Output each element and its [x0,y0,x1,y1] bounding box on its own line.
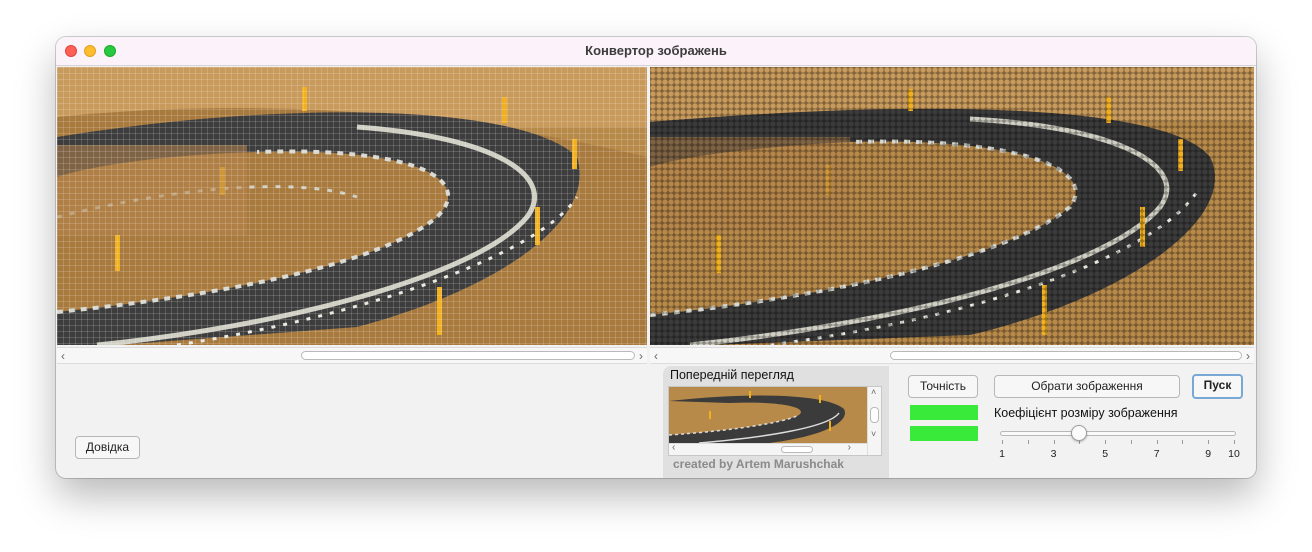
slider-tick-label: 1 [999,448,1005,460]
slider-tick [1156,440,1158,444]
scrollbar-thumb[interactable] [781,446,813,453]
slider-tick-label: 9 [1205,448,1212,460]
slider-tick [1027,440,1029,444]
converted-image-pane[interactable] [650,67,1254,345]
scroll-up-icon[interactable]: ˄ [871,387,876,397]
scrollbar-thumb[interactable] [890,351,1242,360]
slider-tick [1002,440,1003,444]
slider-tick-label: 10 [1228,448,1240,460]
scrollbar-thumb[interactable] [301,351,635,360]
slider-tick [1182,440,1184,444]
scroll-right-icon[interactable]: › [848,442,851,453]
slider-tick-label: 5 [1102,448,1109,460]
status-indicator-2 [910,426,978,441]
scroll-left-icon[interactable]: ‹ [654,349,658,363]
preview-label: Попередній перегляд [670,368,794,382]
slider-tick [1208,440,1210,444]
scrollbar-thumb[interactable] [870,407,879,423]
window-title: Конвертор зображень [585,43,727,58]
scroll-left-icon[interactable]: ‹ [672,442,675,453]
choose-image-button[interactable]: Обрати зображення [994,375,1180,398]
slider-tick [1234,440,1235,444]
credit-text: created by Artem Marushchak [673,457,844,471]
status-indicator-1 [910,405,978,420]
scroll-left-icon[interactable]: ‹ [61,349,65,363]
slider-tick [1053,440,1055,444]
road-image-square [57,67,647,345]
preview-image-box[interactable]: ˄ ˅ ‹ › [668,386,882,456]
scroll-right-icon[interactable]: › [1246,349,1250,363]
scroll-right-icon[interactable]: › [639,349,643,363]
slider-tick [1130,440,1132,444]
slider-tick-label: 3 [1050,448,1057,460]
title-bar: Конвертор зображень [56,37,1256,66]
scroll-down-icon[interactable]: ˅ [871,429,876,439]
preview-vertical-scrollbar[interactable]: ˄ ˅ [867,387,881,455]
right-horizontal-scrollbar[interactable]: ‹ › [650,347,1254,364]
app-window: Конвертор зображень ‹ › ‹ › Довідка Попе… [56,37,1256,478]
scale-label: Коефіцієнт розміру зображення [994,406,1178,420]
start-button[interactable]: Пуск [1192,374,1243,399]
help-button[interactable]: Довідка [75,436,140,459]
slider-tick-label: 7 [1153,448,1160,460]
scale-slider-track[interactable] [1000,431,1236,436]
accuracy-button[interactable]: Точність [908,375,978,398]
scale-slider-knob[interactable] [1071,425,1088,441]
preview-horizontal-scrollbar[interactable]: ‹ › [669,442,867,455]
original-image-pane[interactable] [57,67,647,345]
slider-tick [1105,440,1107,444]
preview-thumbnail [669,387,867,443]
left-horizontal-scrollbar[interactable]: ‹ › [57,347,647,364]
road-image-hex [650,67,1254,345]
